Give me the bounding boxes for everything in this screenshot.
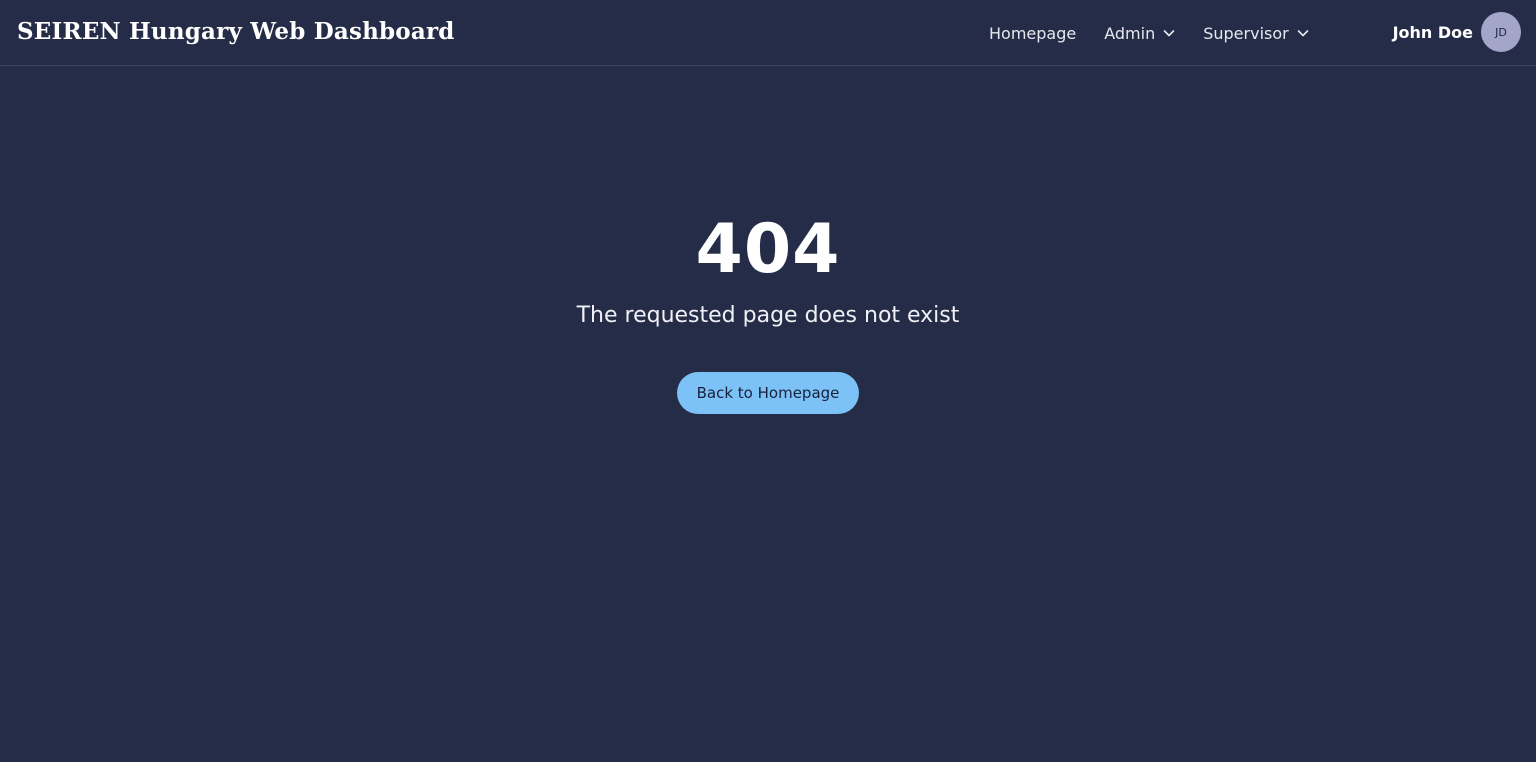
user-menu[interactable]: John Doe JD xyxy=(1393,12,1521,52)
nav-link-homepage-label: Homepage xyxy=(989,23,1077,43)
brand-title[interactable]: SEIREN Hungary Web Dashboard xyxy=(17,17,455,47)
avatar[interactable]: JD xyxy=(1481,12,1521,52)
nav-dropdown-supervisor-label: Supervisor xyxy=(1203,23,1289,43)
chevron-down-icon xyxy=(1163,30,1175,37)
top-navbar: SEIREN Hungary Web Dashboard Homepage Ad… xyxy=(0,0,1536,66)
chevron-down-icon xyxy=(1297,30,1309,37)
nav-dropdown-admin-label: Admin xyxy=(1104,23,1156,43)
user-name: John Doe xyxy=(1392,22,1473,42)
nav-dropdown-supervisor[interactable]: Supervisor xyxy=(1203,24,1309,43)
error-code: 404 xyxy=(695,210,841,289)
nav-link-homepage[interactable]: Homepage xyxy=(989,24,1076,43)
error-panel: 404 The requested page does not exist Ba… xyxy=(0,210,1536,414)
avatar-initials: JD xyxy=(1495,25,1507,39)
nav-dropdown-admin[interactable]: Admin xyxy=(1104,24,1175,43)
back-to-homepage-button[interactable]: Back to Homepage xyxy=(676,372,860,414)
nav-links: Homepage Admin Supervisor xyxy=(989,0,1337,66)
error-message: The requested page does not exist xyxy=(576,303,960,328)
